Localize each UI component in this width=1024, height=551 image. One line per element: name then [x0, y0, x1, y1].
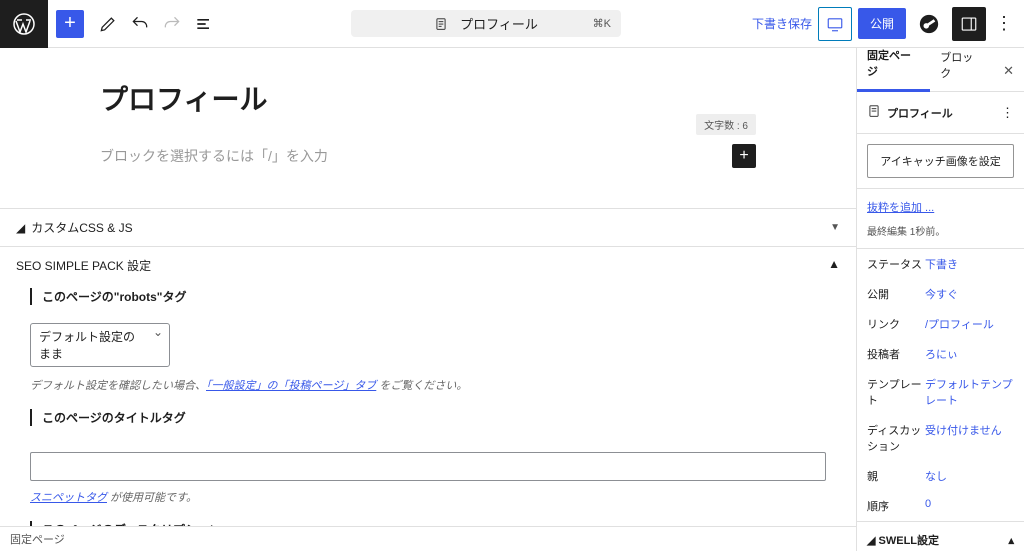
parent-value[interactable]: なし	[925, 468, 1014, 484]
toolbar-center: プロフィール ⌘K	[220, 10, 752, 37]
breadcrumb[interactable]: 固定ページ	[0, 526, 856, 551]
toolbar-left: +	[0, 0, 220, 47]
shortcut-label: ⌘K	[593, 17, 611, 30]
jetpack-icon[interactable]	[912, 7, 946, 41]
chevron-up-icon: ▴	[1008, 534, 1014, 547]
seo-panel: SEO SIMPLE PACK 設定 ▲ このページの"robots"タグ デフ…	[0, 246, 856, 551]
last-edited: 最終編集 1秒前。	[867, 223, 1014, 238]
tab-page[interactable]: 固定ページ	[857, 48, 930, 92]
sidebar-page-header: プロフィール ⋮	[857, 92, 1024, 134]
robots-label: このページの"robots"タグ	[42, 288, 826, 305]
settings-sidebar: 固定ページ ブロック ✕ プロフィール ⋮ アイキャッチ画像を設定 抜粋を追加 …	[856, 48, 1024, 551]
page-title[interactable]: プロフィール	[100, 78, 756, 118]
page-icon	[867, 104, 881, 121]
publish-value[interactable]: 今すぐ	[925, 286, 1014, 302]
block-placeholder[interactable]: ブロックを選択するには「/」を入力 +	[88, 144, 768, 168]
tab-block[interactable]: ブロック	[930, 48, 993, 91]
add-block-button[interactable]: +	[56, 10, 84, 38]
chevron-up-icon[interactable]: ▲	[828, 257, 840, 274]
title-tag-label: このページのタイトルタグ	[42, 409, 826, 426]
robots-help: デフォルト設定を確認したい場合、「一般設定」の「投稿ページ」タブ をご覧ください…	[30, 377, 826, 393]
document-overview-icon[interactable]	[188, 6, 220, 42]
add-excerpt-link[interactable]: 抜粋を追加 ...	[867, 199, 1014, 215]
wordpress-icon	[12, 12, 36, 36]
document-title-pill[interactable]: プロフィール ⌘K	[351, 10, 621, 37]
toolbar-right: 下書き保存 公開 ⋮	[752, 7, 1024, 41]
swell-mark-icon: ◢	[867, 535, 875, 547]
snippet-help: スニペットタグ が使用可能です。	[30, 489, 826, 505]
char-count-badge: 文字数 : 6	[696, 114, 756, 135]
order-value[interactable]: 0	[925, 498, 1014, 514]
settings-panel-toggle[interactable]	[952, 7, 986, 41]
seo-panel-title: SEO SIMPLE PACK 設定	[16, 257, 151, 274]
document-title: プロフィール	[460, 14, 538, 33]
title-tag-input[interactable]	[30, 452, 826, 481]
placeholder-hint: ブロックを選択するには「/」を入力	[100, 146, 328, 166]
save-draft-link[interactable]: 下書き保存	[752, 15, 812, 32]
editor-canvas: プロフィール 文字数 : 6 ブロックを選択するには「/」を入力 + ◢カスタム…	[0, 48, 856, 551]
discussion-value[interactable]: 受け付けません	[925, 422, 1014, 454]
top-toolbar: + プロフィール ⌘K 下書き保存 公開 ⋮	[0, 0, 1024, 48]
sidebar-tabs: 固定ページ ブロック ✕	[857, 48, 1024, 92]
robots-select[interactable]: デフォルト設定のまま	[30, 323, 170, 367]
main-area: プロフィール 文字数 : 6 ブロックを選択するには「/」を入力 + ◢カスタム…	[0, 48, 1024, 551]
add-block-inline-button[interactable]: +	[732, 144, 756, 168]
robots-help-link[interactable]: 「一般設定」の「投稿ページ」タブ	[206, 380, 376, 392]
wordpress-logo[interactable]	[0, 0, 48, 48]
page-summary-rows: ステータス下書き 公開今すぐ リンク/プロフィール 投稿者ろにぃ テンプレートデ…	[857, 249, 1024, 522]
swell-mark-icon: ◢	[16, 221, 25, 235]
page-icon	[434, 16, 450, 32]
swell-panel-header[interactable]: ◢ SWELL設定 ▴	[857, 522, 1024, 551]
author-value[interactable]: ろにぃ	[925, 346, 1014, 362]
link-value[interactable]: /プロフィール	[925, 316, 1014, 332]
template-value[interactable]: デフォルトテンプレート	[925, 376, 1014, 408]
close-icon[interactable]: ✕	[993, 51, 1024, 91]
redo-icon[interactable]	[156, 6, 188, 42]
more-options-icon[interactable]: ⋮	[992, 13, 1016, 34]
set-featured-image-button[interactable]: アイキャッチ画像を設定	[867, 144, 1014, 178]
edit-tool-icon[interactable]	[92, 6, 124, 42]
status-value[interactable]: 下書き	[925, 256, 1014, 272]
chevron-down-icon: ▼	[830, 222, 840, 233]
undo-icon[interactable]	[124, 6, 156, 42]
page-actions-icon[interactable]: ⋮	[1001, 105, 1014, 121]
snippet-link[interactable]: スニペットタグ	[30, 492, 107, 504]
publish-button[interactable]: 公開	[858, 8, 906, 39]
preview-button[interactable]	[818, 7, 852, 41]
custom-css-js-panel[interactable]: ◢カスタムCSS & JS ▼	[0, 208, 856, 246]
